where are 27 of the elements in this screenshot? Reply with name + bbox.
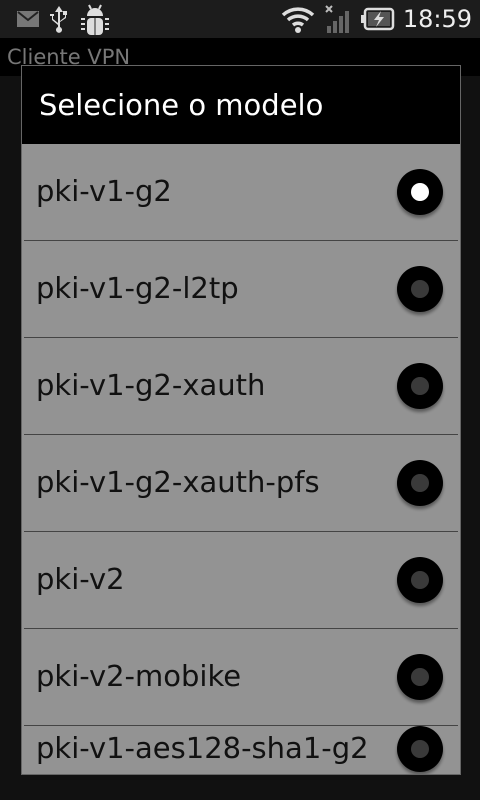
option-row[interactable]: pki-v1-aes128-sha1-g2	[24, 726, 458, 772]
radio-button[interactable]	[397, 266, 443, 312]
mail-icon	[16, 10, 40, 28]
radio-button[interactable]	[397, 557, 443, 603]
option-label: pki-v2-mobike	[36, 660, 242, 694]
option-row[interactable]: pki-v2-mobike	[24, 629, 458, 726]
radio-button[interactable]	[397, 726, 443, 772]
option-row[interactable]: pki-v1-g2-xauth-pfs	[24, 435, 458, 532]
option-label: pki-v1-g2	[36, 175, 172, 209]
option-row[interactable]: pki-v1-g2	[24, 144, 458, 241]
app-title: Cliente VPN	[7, 45, 130, 69]
radio-button[interactable]	[397, 169, 443, 215]
radio-button[interactable]	[397, 654, 443, 700]
option-label: pki-v2	[36, 563, 125, 597]
option-row[interactable]: pki-v2	[24, 532, 458, 629]
option-label: pki-v1-g2-l2tp	[36, 272, 239, 306]
radio-button[interactable]	[397, 363, 443, 409]
usb-icon	[48, 5, 70, 33]
option-label: pki-v1-aes128-sha1-g2	[36, 732, 369, 766]
radio-button[interactable]	[397, 460, 443, 506]
option-label: pki-v1-g2-xauth-pfs	[36, 466, 320, 500]
battery-charging-icon	[360, 7, 395, 31]
dialog-title: Selecione o modelo	[39, 88, 324, 122]
option-label: pki-v1-g2-xauth	[36, 369, 266, 403]
option-row[interactable]: pki-v1-g2-l2tp	[24, 241, 458, 338]
status-time: 18:59	[402, 5, 472, 33]
option-row[interactable]: pki-v1-g2-xauth	[24, 338, 458, 435]
